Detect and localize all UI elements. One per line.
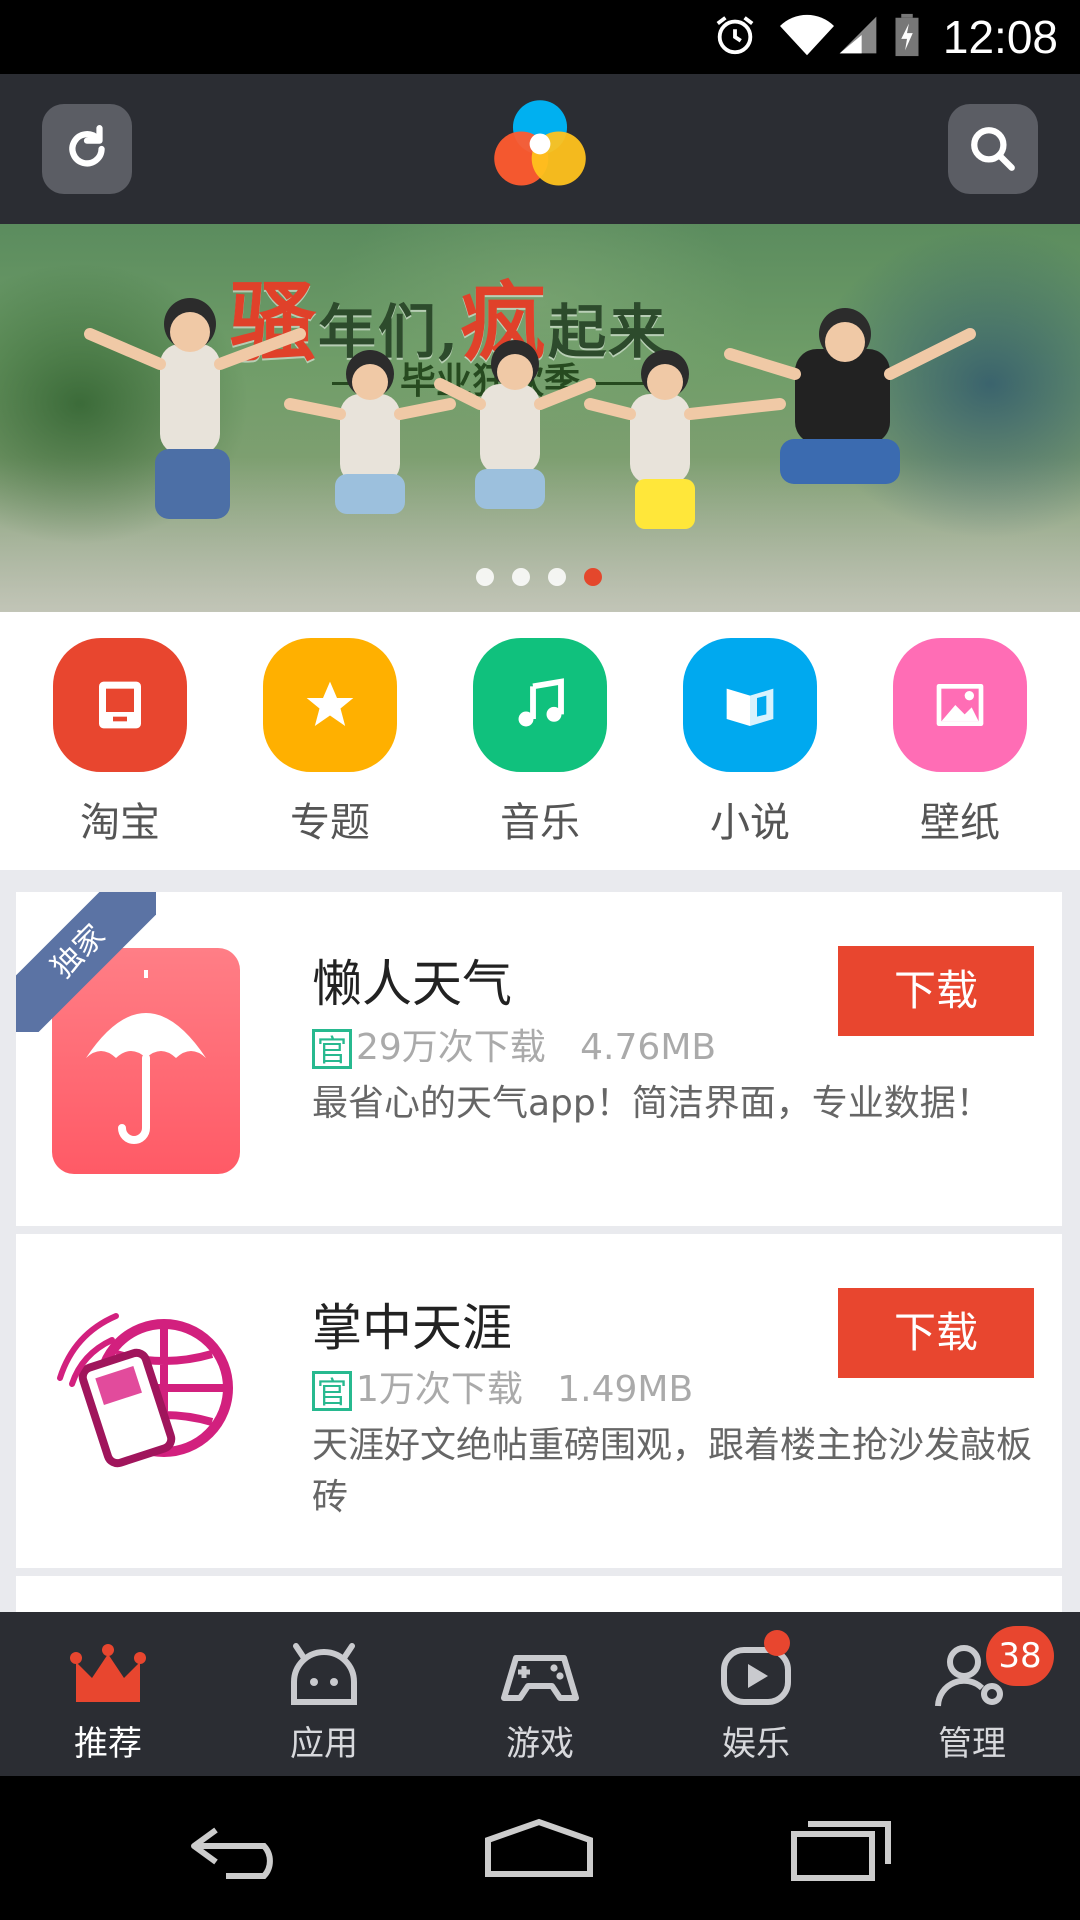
official-badge: 官 bbox=[312, 1029, 352, 1069]
category-topics[interactable]: 专题 bbox=[260, 638, 400, 848]
alarm-icon bbox=[712, 12, 758, 58]
music-icon bbox=[473, 638, 607, 772]
signal-icon bbox=[836, 12, 880, 58]
app-description: 天涯好文绝帖重磅围观，跟着楼主抢沙发敲板砖 bbox=[312, 1425, 1033, 1518]
download-button[interactable]: 下载 bbox=[838, 1288, 1034, 1378]
banner-photo bbox=[84, 298, 976, 529]
search-button[interactable] bbox=[948, 104, 1038, 194]
category-novel[interactable]: 小说 bbox=[680, 638, 820, 848]
app-meta: 官 1万次下载 1.49MB bbox=[312, 1360, 693, 1412]
tab-label: 管理 bbox=[938, 1724, 1006, 1764]
promo-banner[interactable]: 骚年们,疯起来 毕业狂欢季 bbox=[0, 224, 1080, 612]
tv-icon bbox=[53, 638, 187, 772]
official-badge: 官 bbox=[312, 1371, 352, 1411]
file-size: 4.76MB bbox=[580, 1027, 717, 1068]
app-name: 懒人天气 bbox=[312, 955, 512, 1013]
category-label: 专题 bbox=[290, 800, 370, 846]
system-nav-bar bbox=[0, 1776, 1080, 1920]
search-icon bbox=[971, 127, 1015, 171]
pager-dot[interactable] bbox=[548, 568, 566, 586]
top-bar bbox=[0, 74, 1080, 224]
category-label: 音乐 bbox=[500, 800, 580, 846]
app-card[interactable] bbox=[16, 1576, 1062, 1616]
tab-apps[interactable]: 应用 bbox=[216, 1612, 432, 1776]
tab-games[interactable]: 游戏 bbox=[432, 1612, 648, 1776]
tab-entertainment[interactable]: 娱乐 bbox=[648, 1612, 864, 1776]
star-icon bbox=[263, 638, 397, 772]
download-count: 1万次下载 bbox=[356, 1369, 523, 1410]
update-count-badge: 38 bbox=[986, 1626, 1054, 1686]
clock: 12:08 bbox=[942, 11, 1058, 63]
file-size: 1.49MB bbox=[557, 1369, 694, 1410]
category-row: 淘宝 专题 音乐 小说 壁纸 bbox=[0, 612, 1080, 870]
app-meta: 官 29万次下载 4.76MB bbox=[312, 1018, 716, 1070]
tab-recommend[interactable]: 推荐 bbox=[0, 1612, 216, 1776]
category-wallpaper[interactable]: 壁纸 bbox=[890, 638, 1030, 848]
book-icon bbox=[683, 638, 817, 772]
bottom-nav: 推荐 应用 游戏 娱乐 38 管理 bbox=[0, 1612, 1080, 1776]
crown-icon bbox=[70, 1644, 146, 1702]
battery-icon bbox=[892, 12, 922, 58]
home-icon[interactable] bbox=[484, 1814, 594, 1884]
category-music[interactable]: 音乐 bbox=[470, 638, 610, 848]
wifi-icon bbox=[780, 12, 834, 58]
banner-pager[interactable] bbox=[476, 568, 602, 586]
pager-dot-active[interactable] bbox=[584, 568, 602, 586]
tab-label: 应用 bbox=[290, 1724, 358, 1764]
tab-label: 娱乐 bbox=[722, 1724, 790, 1764]
refresh-icon bbox=[69, 125, 105, 167]
app-card[interactable]: 独家 懒人天气 官 29万次下载 4.76MB 最省心的天气app！简洁界面，专业… bbox=[16, 892, 1062, 1226]
app-description: 最省心的天气app！简洁界面，专业数据！ bbox=[312, 1083, 992, 1124]
image-icon bbox=[893, 638, 1027, 772]
tab-label: 游戏 bbox=[506, 1724, 574, 1764]
download-count: 29万次下载 bbox=[356, 1027, 546, 1068]
pager-dot[interactable] bbox=[512, 568, 530, 586]
tianya-logo-icon bbox=[52, 1274, 240, 1500]
app-name: 掌中天涯 bbox=[312, 1299, 512, 1357]
android-icon bbox=[291, 1643, 357, 1705]
notification-dot bbox=[764, 1630, 790, 1656]
recents-icon[interactable] bbox=[786, 1814, 896, 1884]
category-label: 小说 bbox=[710, 800, 790, 846]
category-label: 壁纸 bbox=[920, 800, 1000, 846]
download-button[interactable]: 下载 bbox=[838, 946, 1034, 1036]
app-card[interactable]: 掌中天涯 官 1万次下载 1.49MB 天涯好文绝帖重磅围观，跟着楼主抢沙发敲板砖… bbox=[16, 1234, 1062, 1568]
gamepad-icon bbox=[501, 1655, 579, 1701]
category-label: 淘宝 bbox=[80, 800, 160, 846]
status-bar: 12:08 bbox=[0, 0, 1080, 74]
tab-manage[interactable]: 38 管理 bbox=[864, 1612, 1080, 1776]
exclusive-badge: 独家 bbox=[16, 892, 156, 1032]
refresh-button[interactable] bbox=[42, 104, 132, 194]
pager-dot[interactable] bbox=[476, 568, 494, 586]
category-taobao[interactable]: 淘宝 bbox=[50, 638, 190, 848]
tab-label: 推荐 bbox=[74, 1724, 142, 1764]
back-icon[interactable] bbox=[186, 1814, 296, 1884]
app-logo bbox=[488, 94, 592, 198]
